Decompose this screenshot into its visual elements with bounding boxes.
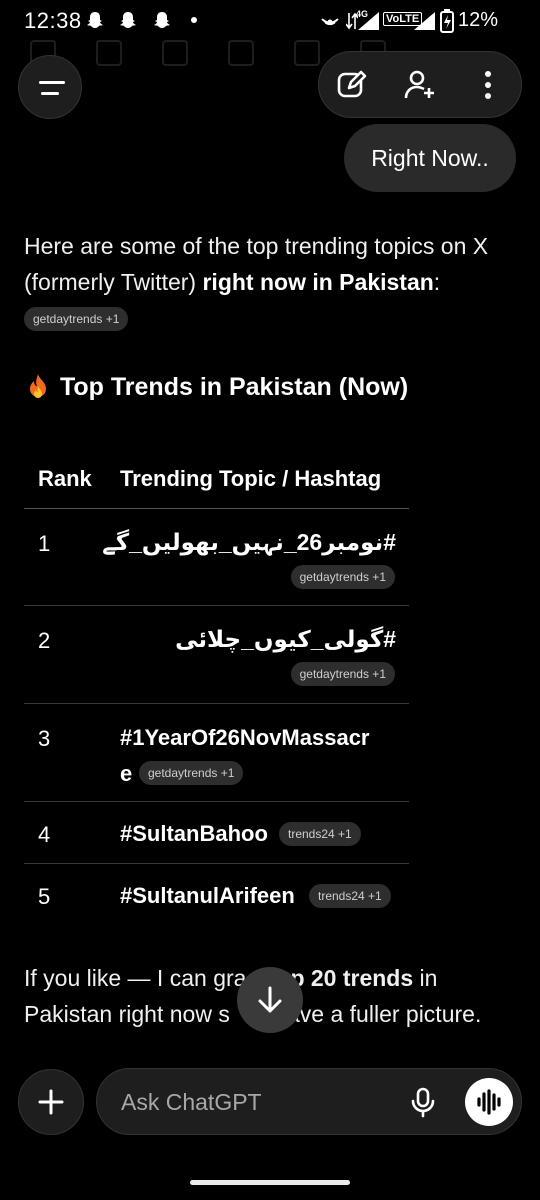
thumbs-up-icon [96,40,122,66]
source-chip[interactable]: trends24 +1 [309,884,391,908]
table-row: 2 #گولی_کیوں_چلائی getdaytrends +1 [24,606,409,704]
menu-icon [39,81,65,84]
snapchat-icon [87,12,103,28]
hotspot-icon [321,18,339,26]
menu-icon-line [41,92,59,95]
speaker-icon [228,40,254,66]
status-time: 12:38 [24,8,82,33]
topic-cell: #SultanulArifeen [120,883,295,908]
message-input[interactable] [119,1081,393,1123]
arrow-down-icon [258,986,282,1013]
plus-icon [38,1089,64,1115]
table-header: Rank Trending Topic / Hashtag [24,455,409,509]
voice-mode-button[interactable] [465,1078,513,1126]
intro-colon: : [433,269,441,295]
regenerate-icon [294,40,320,66]
microphone-icon[interactable] [407,1086,439,1118]
header-actions [318,51,522,118]
source-chip[interactable]: getdaytrends +1 [290,662,395,686]
table-row: 3 #1YearOf26NovMassacr e getdaytrends +1 [24,704,409,802]
section-heading: Top Trends in Pakistan (Now) [24,372,408,402]
new-chat-icon[interactable] [335,68,369,102]
notification-dot [191,17,197,23]
user-message-bubble: Right Now.. [344,124,516,192]
topic-cell: #1YearOf26NovMassacr [120,725,370,750]
topic-cell: #SultanBahoo [120,821,268,846]
table-row: 1 #نومبر26_نہیں_بھولیں_گے getdaytrends +… [24,509,409,606]
home-indicator[interactable] [190,1180,350,1185]
source-chip[interactable]: getdaytrends +1 [139,761,244,785]
rank-cell: 4 [38,822,51,847]
topic-cell: #نومبر26_نہیں_بھولیں_گے [102,529,396,555]
outro-bold: p 20 trends [290,965,414,991]
signal-icon [414,12,435,30]
source-chip[interactable]: getdaytrends +1 [24,307,129,331]
status-bar: 12:38 4G VoLTE 12% [0,0,540,42]
topic-cell: #گولی_کیوں_چلائی [175,626,396,652]
source-chip[interactable]: trends24 +1 [279,822,361,846]
rank-cell: 2 [38,628,51,653]
intro-source-chip-wrap: getdaytrends +1 [24,307,129,331]
attach-button[interactable] [18,1069,84,1135]
outro-text: If you like — I can gra [24,965,247,991]
heading-text: Top Trends in Pakistan (Now) [60,373,409,401]
assistant-intro: Here are some of the top trending topics… [24,228,524,300]
topic-cell-wrap: e [120,761,133,786]
rank-cell: 1 [38,531,51,556]
signal-icon [358,12,379,30]
add-people-icon[interactable] [403,68,437,102]
user-message-text: Right Now.. [371,144,489,171]
trends-table: Rank Trending Topic / Hashtag 1 #نومبر26… [24,455,409,925]
column-header-topic: Trending Topic / Hashtag [120,466,382,491]
column-header-rank: Rank [38,466,92,491]
more-options-icon[interactable] [471,68,505,102]
source-chip[interactable]: getdaytrends +1 [290,565,395,589]
table-row: 5 #SultanulArifeen trends24 +1 [24,864,409,925]
menu-button[interactable] [18,55,82,119]
fire-icon [30,374,46,398]
battery-icon [440,9,454,33]
snapchat-icon [120,12,136,28]
snapchat-icon [154,12,170,28]
intro-bold: right now in Pakistan [202,269,434,295]
scroll-to-bottom-button[interactable] [237,967,303,1033]
table-row: 4 #SultanBahoo trends24 +1 [24,802,409,864]
thumbs-down-icon [162,40,188,66]
composer [96,1068,522,1135]
voice-waveform-icon [477,1089,501,1115]
rank-cell: 5 [38,884,51,909]
battery-percent: 12% [457,9,498,31]
rank-cell: 3 [38,726,51,751]
